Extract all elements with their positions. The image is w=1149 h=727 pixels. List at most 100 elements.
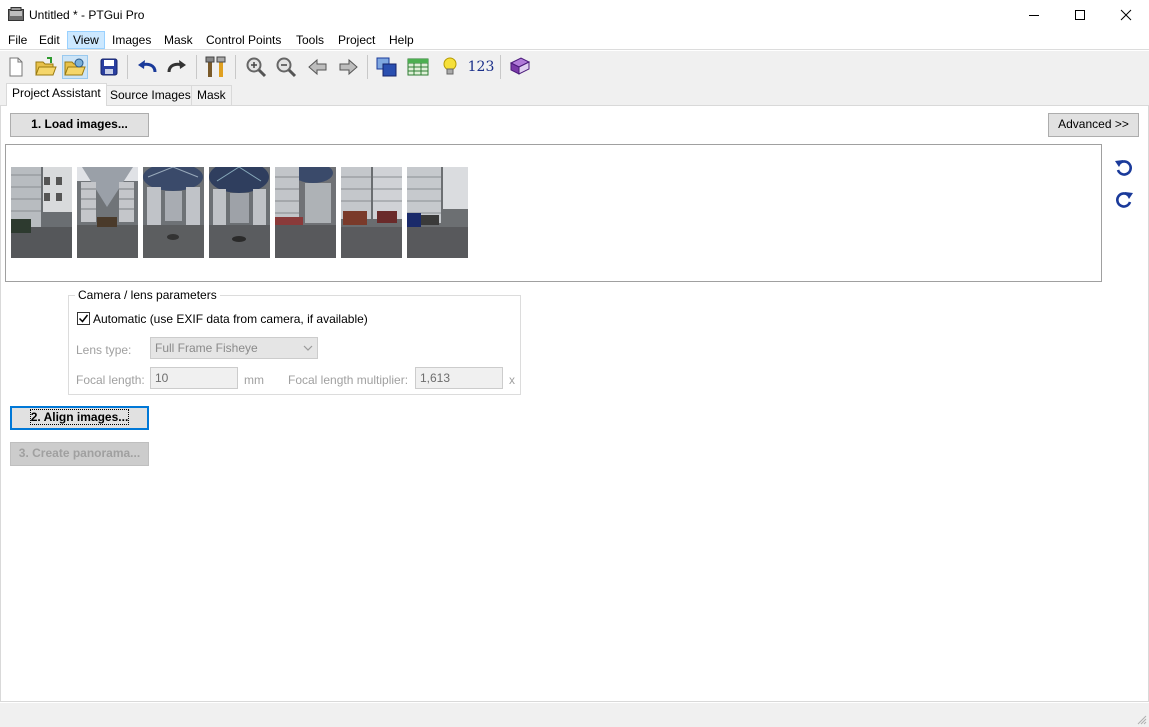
source-image-5-thumbnail <box>275 167 336 258</box>
focal-multiplier-label: Focal length multiplier: <box>288 373 409 387</box>
source-image-7[interactable] <box>407 167 468 258</box>
source-image-1-thumbnail <box>11 167 72 258</box>
open-project-button[interactable] <box>33 55 59 79</box>
tips-button[interactable] <box>437 55 463 79</box>
panorama-editor-icon <box>376 57 397 77</box>
undo-icon <box>138 60 157 73</box>
tools-icon <box>205 56 226 77</box>
toolbar-separator <box>127 55 128 79</box>
rotate-right-button[interactable] <box>1114 190 1134 210</box>
source-image-1[interactable] <box>11 167 72 258</box>
minimize-button[interactable] <box>1011 0 1057 30</box>
menu-help[interactable]: Help <box>384 31 419 49</box>
panorama-editor-button[interactable] <box>374 55 400 79</box>
focal-multiplier-field[interactable]: 1,613 <box>415 367 503 389</box>
project-assistant-panel: 1. Load images... Advanced >> Camera / l… <box>0 105 1149 702</box>
ptgui-app-icon <box>8 7 24 21</box>
close-button[interactable] <box>1103 0 1149 30</box>
menu-bar: File Edit View Images Mask Control Point… <box>0 30 1149 50</box>
source-image-7-thumbnail <box>407 167 468 258</box>
zoom-out-button[interactable] <box>273 55 299 79</box>
redo-icon <box>167 60 186 73</box>
back-icon <box>308 58 327 76</box>
source-image-2-thumbnail <box>77 167 138 258</box>
source-image-5[interactable] <box>275 167 336 258</box>
focal-length-label: Focal length: <box>76 373 145 387</box>
image-thumbnail-strip[interactable] <box>5 144 1102 282</box>
menu-project[interactable]: Project <box>333 31 380 49</box>
forward-icon <box>339 58 358 76</box>
toolbar-separator <box>196 55 197 79</box>
toolbar-separator <box>367 55 368 79</box>
create-panorama-button: 3. Create panorama... <box>10 442 149 466</box>
redo-button[interactable] <box>164 55 190 79</box>
camera-lens-group: Camera / lens parameters Automatic (use … <box>68 288 521 395</box>
previous-button[interactable] <box>305 55 331 79</box>
menu-mask[interactable]: Mask <box>159 31 198 49</box>
new-project-button[interactable] <box>3 55 29 79</box>
chevron-down-icon <box>303 345 313 351</box>
numbers-button[interactable]: 123 <box>466 55 496 79</box>
menu-edit[interactable]: Edit <box>34 31 65 49</box>
source-image-4[interactable] <box>209 167 270 258</box>
save-icon <box>100 58 118 76</box>
source-image-6[interactable] <box>341 167 402 258</box>
load-images-button[interactable]: 1. Load images... <box>10 113 149 137</box>
tab-source-images[interactable]: Source Images <box>104 85 197 105</box>
title-bar: Untitled * - PTGui Pro <box>0 0 1149 30</box>
source-image-6-thumbnail <box>341 167 402 258</box>
source-image-4-thumbnail <box>209 167 270 258</box>
resize-grip-icon <box>1137 715 1147 725</box>
open-images-button[interactable] <box>62 55 88 79</box>
menu-tools[interactable]: Tools <box>291 31 329 49</box>
lens-type-value: Full Frame Fisheye <box>155 341 258 355</box>
status-bar <box>0 703 1149 727</box>
focal-multiplier-unit: x <box>509 373 515 387</box>
menu-control-points[interactable]: Control Points <box>201 31 286 49</box>
save-button[interactable] <box>96 55 122 79</box>
align-images-button[interactable]: 2. Align images... <box>10 406 149 430</box>
rotate-left-icon <box>1115 160 1132 176</box>
close-icon <box>1120 9 1132 21</box>
automatic-label[interactable]: Automatic (use EXIF data from camera, if… <box>93 312 368 326</box>
lightbulb-icon <box>443 57 457 75</box>
checkmark-icon <box>78 314 89 323</box>
maximize-button[interactable] <box>1057 0 1103 30</box>
next-button[interactable] <box>335 55 361 79</box>
tools-button[interactable] <box>203 55 229 79</box>
undo-button[interactable] <box>134 55 160 79</box>
focal-length-field[interactable]: 10 <box>150 367 238 389</box>
control-point-table-button[interactable] <box>405 55 431 79</box>
tab-strip: Project Assistant Source Images Mask <box>0 83 1149 106</box>
group-title: Camera / lens parameters <box>75 288 220 302</box>
minimize-icon <box>1029 15 1039 16</box>
menu-view[interactable]: View <box>67 31 105 49</box>
toolbar-separator <box>500 55 501 79</box>
toolbar-separator <box>235 55 236 79</box>
align-images-label: 2. Align images... <box>29 409 130 425</box>
rotate-right-icon <box>1116 192 1133 208</box>
zoom-in-icon <box>246 57 267 78</box>
table-icon <box>407 58 429 76</box>
source-image-2[interactable] <box>77 167 138 258</box>
menu-file[interactable]: File <box>3 31 32 49</box>
source-image-3-thumbnail <box>143 167 204 258</box>
rotate-left-button[interactable] <box>1114 158 1134 178</box>
tab-mask[interactable]: Mask <box>191 85 232 105</box>
numbers-icon: 123 <box>467 59 495 75</box>
open-icon <box>35 57 57 76</box>
maximize-icon <box>1075 10 1085 20</box>
menu-images[interactable]: Images <box>107 31 156 49</box>
zoom-in-button[interactable] <box>243 55 269 79</box>
zoom-out-icon <box>276 57 297 78</box>
source-image-3[interactable] <box>143 167 204 258</box>
focal-length-unit: mm <box>244 373 264 387</box>
advanced-button[interactable]: Advanced >> <box>1048 113 1139 137</box>
open-pressed-icon <box>64 58 86 76</box>
lens-type-label: Lens type: <box>76 343 132 357</box>
tab-project-assistant[interactable]: Project Assistant <box>6 83 107 106</box>
lens-type-select[interactable]: Full Frame Fisheye <box>150 337 318 359</box>
automatic-checkbox[interactable] <box>77 312 90 325</box>
toolbar: 123 <box>0 51 1149 83</box>
help-button[interactable] <box>507 55 533 79</box>
